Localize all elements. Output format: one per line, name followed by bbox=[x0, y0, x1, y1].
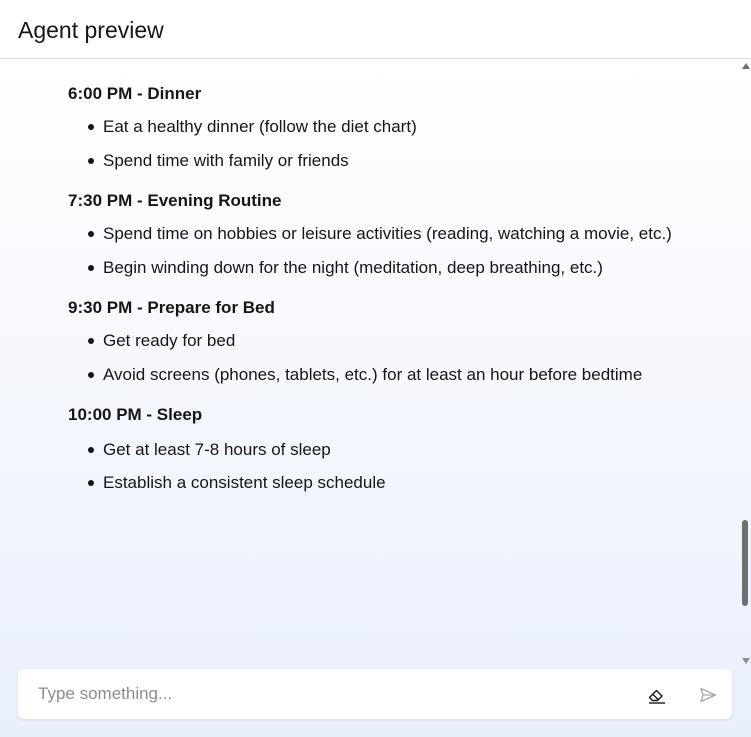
item-list: Get ready for bed Avoid screens (phones,… bbox=[68, 328, 678, 387]
header: Agent preview bbox=[0, 0, 751, 59]
scroll-up-arrow-icon[interactable] bbox=[742, 63, 750, 69]
message-list[interactable]: 6:00 PM - Dinner Eat a healthy dinner (f… bbox=[0, 60, 740, 666]
list-item: Spend time with family or friends bbox=[68, 148, 678, 173]
schedule-section: 10:00 PM - Sleep Get at least 7-8 hours … bbox=[68, 403, 678, 495]
agent-message: 6:00 PM - Dinner Eat a healthy dinner (f… bbox=[68, 82, 678, 495]
section-heading: 9:30 PM - Prepare for Bed bbox=[68, 298, 275, 317]
section-heading: 7:30 PM - Evening Routine bbox=[68, 191, 282, 210]
page-title: Agent preview bbox=[18, 17, 164, 43]
list-item: Begin winding down for the night (medita… bbox=[68, 255, 678, 280]
list-item: Get at least 7-8 hours of sleep bbox=[68, 437, 678, 462]
scrollbar-thumb[interactable] bbox=[742, 520, 748, 606]
item-list: Spend time on hobbies or leisure activit… bbox=[68, 221, 678, 280]
list-item: Spend time on hobbies or leisure activit… bbox=[68, 221, 678, 246]
scroll-down-arrow-icon[interactable] bbox=[742, 658, 750, 664]
chat-area: 6:00 PM - Dinner Eat a healthy dinner (f… bbox=[0, 60, 751, 737]
section-heading: 10:00 PM - Sleep bbox=[68, 405, 203, 424]
chat-input-bar bbox=[18, 669, 732, 719]
item-list: Eat a healthy dinner (follow the diet ch… bbox=[68, 114, 678, 173]
schedule-section: 7:30 PM - Evening Routine Spend time on … bbox=[68, 189, 678, 280]
schedule-section: 6:00 PM - Dinner Eat a healthy dinner (f… bbox=[68, 82, 678, 173]
item-list: Get at least 7-8 hours of sleep Establis… bbox=[68, 437, 678, 495]
eraser-icon bbox=[648, 689, 665, 704]
schedule-section: 9:30 PM - Prepare for Bed Get ready for … bbox=[68, 296, 678, 387]
vertical-scrollbar[interactable] bbox=[740, 60, 751, 666]
list-item: Avoid screens (phones, tablets, etc.) fo… bbox=[68, 362, 678, 387]
message-input[interactable] bbox=[38, 682, 618, 706]
send-icon bbox=[700, 687, 717, 703]
list-item: Eat a healthy dinner (follow the diet ch… bbox=[68, 114, 678, 139]
send-button[interactable] bbox=[696, 683, 720, 707]
list-item: Get ready for bed bbox=[68, 328, 678, 353]
clear-button[interactable] bbox=[645, 683, 669, 707]
list-item: Establish a consistent sleep schedule bbox=[68, 470, 678, 495]
section-heading: 6:00 PM - Dinner bbox=[68, 84, 202, 103]
